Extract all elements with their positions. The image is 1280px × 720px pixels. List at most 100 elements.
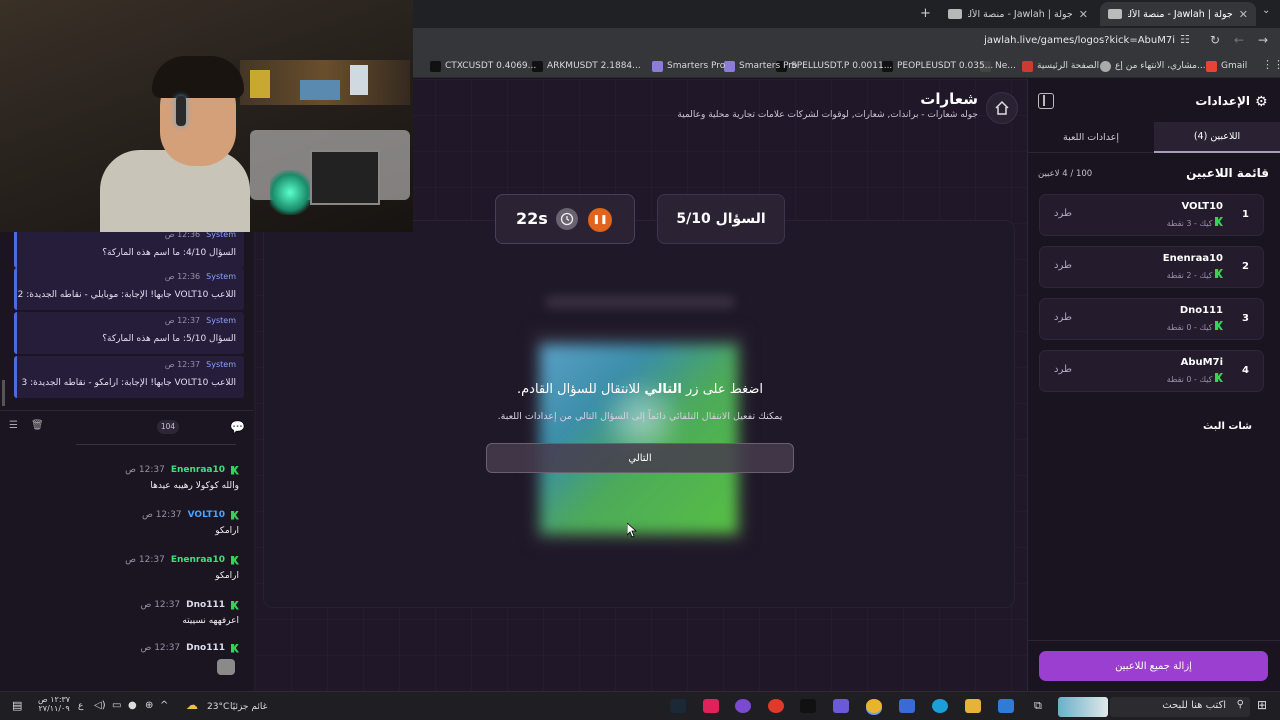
kick-platform-icon [231, 555, 239, 565]
bookmark-gmail[interactable]: Gmail [1206, 58, 1247, 74]
rgb-light [270, 170, 310, 215]
player-row: 1 VOLT10 كيك - 3 نقطة طرد [1039, 194, 1264, 236]
divider [0, 410, 253, 411]
kick-platform-icon [231, 600, 239, 610]
temperature: 23°C [207, 702, 230, 712]
shelf-item [300, 80, 340, 100]
search-icon: ⚲ [1236, 699, 1244, 710]
task-view-icon[interactable]: ⧉ [1034, 699, 1042, 713]
smarters-icon [652, 60, 663, 72]
page-title: شعارات [920, 90, 978, 108]
home-button[interactable] [986, 92, 1018, 124]
pause-button[interactable]: ❚❚ [588, 208, 612, 232]
steam-icon[interactable] [670, 699, 686, 713]
blurred-caption [545, 296, 735, 308]
site-icon [1022, 60, 1033, 72]
kick-platform-icon [1215, 269, 1223, 278]
google-icon [1100, 60, 1111, 72]
collapse-panel-icon[interactable] [1038, 93, 1054, 109]
bookmark-item[interactable]: ARKMUSDT 2.1884... [532, 58, 641, 74]
next-button[interactable]: التالي [486, 443, 794, 473]
close-tab-icon[interactable]: ✕ [1079, 8, 1088, 21]
pause-icon: ❚❚ [592, 215, 608, 225]
url-field[interactable]: jawlah.live/games/logos?kick=AbuM7i [960, 35, 1175, 46]
tab-game-settings[interactable]: إعدادات اللعبة [1028, 122, 1154, 153]
app-icon[interactable] [703, 699, 719, 713]
divider [1028, 640, 1280, 641]
tab-players[interactable]: اللاعبين (4) [1154, 122, 1280, 153]
player-row: 3 Dno111 كيك - 0 نقطة طرد [1039, 298, 1264, 340]
weather-icon[interactable]: ☁ [186, 698, 198, 712]
chat-message: Enenraa10 12:37 ص ارامكو [125, 555, 239, 581]
forward-icon[interactable]: ← [1234, 33, 1244, 47]
kick-platform-icon [231, 465, 239, 475]
obs-icon[interactable] [735, 699, 751, 713]
file-explorer-icon[interactable] [965, 699, 981, 713]
overlay-instruction: اضغط على زر التالي للانتقال للسؤال القاد… [516, 382, 764, 397]
microphone-icon[interactable]: ● [128, 700, 137, 711]
back-icon[interactable]: → [1258, 33, 1268, 47]
clock-button[interactable] [556, 208, 578, 230]
kick-player-button[interactable]: طرد [1054, 364, 1072, 375]
filter-icon[interactable]: ☰ [9, 420, 18, 431]
person-shirt [100, 150, 250, 232]
search-highlight-image [1058, 697, 1108, 717]
timer-card: ❚❚ 22s [495, 194, 635, 244]
weather-text: غائم جزئيًا [230, 702, 268, 712]
browser-tab[interactable]: ✕ جولة | Jawlah - منصة الألعاب الت... [940, 2, 1096, 26]
jawlah-favicon-icon [1108, 9, 1122, 19]
mouse-cursor-icon [627, 523, 637, 538]
clock[interactable]: ١٢:٣٧ ص ٢٧/١١/٠٩ [38, 695, 70, 713]
box [310, 150, 380, 205]
players-list-title: قائمة اللاعبين [1186, 166, 1269, 180]
kick-player-button[interactable]: طرد [1054, 312, 1072, 323]
home-icon [995, 100, 1009, 115]
kick-platform-icon [1215, 373, 1223, 382]
bookmark-item[interactable]: Smarters Pro [724, 58, 797, 74]
overlay-hint: يمكنك تفعيل الانتقال التلقائي دائماً إلى… [497, 411, 783, 422]
kick-platform-icon [231, 643, 239, 653]
trash-icon[interactable]: 🗑 [31, 420, 44, 431]
network-icon[interactable]: ⊕ [145, 700, 153, 711]
tiktok-icon[interactable] [800, 699, 816, 713]
start-icon[interactable]: ⊞ [1257, 698, 1267, 712]
new-tab-icon[interactable]: + [920, 6, 931, 21]
chat-scrollbar[interactable] [2, 380, 5, 406]
jawlah-favicon-icon [948, 9, 962, 19]
bookmark-item[interactable]: الصفحة الرئيسية [1022, 58, 1099, 74]
chat-message: Dno111 12:37 ص اعرفههه نسييته [140, 600, 239, 626]
bookmark-item[interactable]: Smarters Pro [652, 58, 725, 74]
webcam-overlay [0, 0, 413, 232]
bookmark-item[interactable]: PEOPLEUSDT 0.035... [882, 58, 993, 74]
site-settings-icon[interactable]: ☷ [1180, 33, 1190, 46]
kick-player-button[interactable]: طرد [1054, 208, 1072, 219]
bookmarks-grid-icon[interactable]: ⋮⋮ [1262, 58, 1280, 71]
bookmark-item[interactable]: CTXCUSDT 0.4069... [430, 58, 536, 74]
bookmark-item[interactable]: مشاري، الانتهاء من إع... [1100, 58, 1206, 74]
tab-search-icon[interactable]: ⌄ [1262, 5, 1270, 16]
chevron-up-icon[interactable]: ^ [160, 700, 168, 711]
emote-image [217, 659, 235, 675]
kick-platform-icon [231, 510, 239, 520]
close-tab-icon[interactable]: ✕ [1239, 8, 1248, 21]
browser-tab-active[interactable]: ✕ جولة | Jawlah - منصة الألعاب الت... [1100, 2, 1256, 26]
app-icon[interactable] [833, 699, 849, 713]
player-row: 2 Enenraa10 كيك - 2 نقطة طرد [1039, 246, 1264, 288]
page-subtitle: جوله شعارات - براندات, شعارات, لوقوات لش… [677, 110, 978, 120]
chrome-icon[interactable] [866, 699, 882, 713]
remove-all-players-button[interactable]: إزالة جميع اللاعبين [1039, 651, 1268, 681]
notifications-icon[interactable]: ▤ [12, 699, 22, 712]
app-icon[interactable] [768, 699, 784, 713]
system-message: System 12:37 ص اللاعب VOLT10 جابها! الإجا… [14, 356, 244, 398]
kick-platform-icon [1215, 217, 1223, 226]
monitor-icon[interactable]: ▭ [112, 700, 121, 711]
reload-icon[interactable]: ↻ [1210, 33, 1220, 47]
store-icon[interactable] [899, 699, 915, 713]
taskbar-search[interactable]: اكتب هنا للبحث ⚲ [1110, 697, 1250, 717]
question-counter-card: السؤال 5/10 [657, 194, 785, 244]
volume-icon[interactable]: ◁) [94, 700, 106, 711]
kick-player-button[interactable]: طرد [1054, 260, 1072, 271]
outlook-icon[interactable] [998, 699, 1014, 713]
language-indicator[interactable]: ع [78, 701, 83, 711]
edge-icon[interactable] [932, 699, 948, 713]
